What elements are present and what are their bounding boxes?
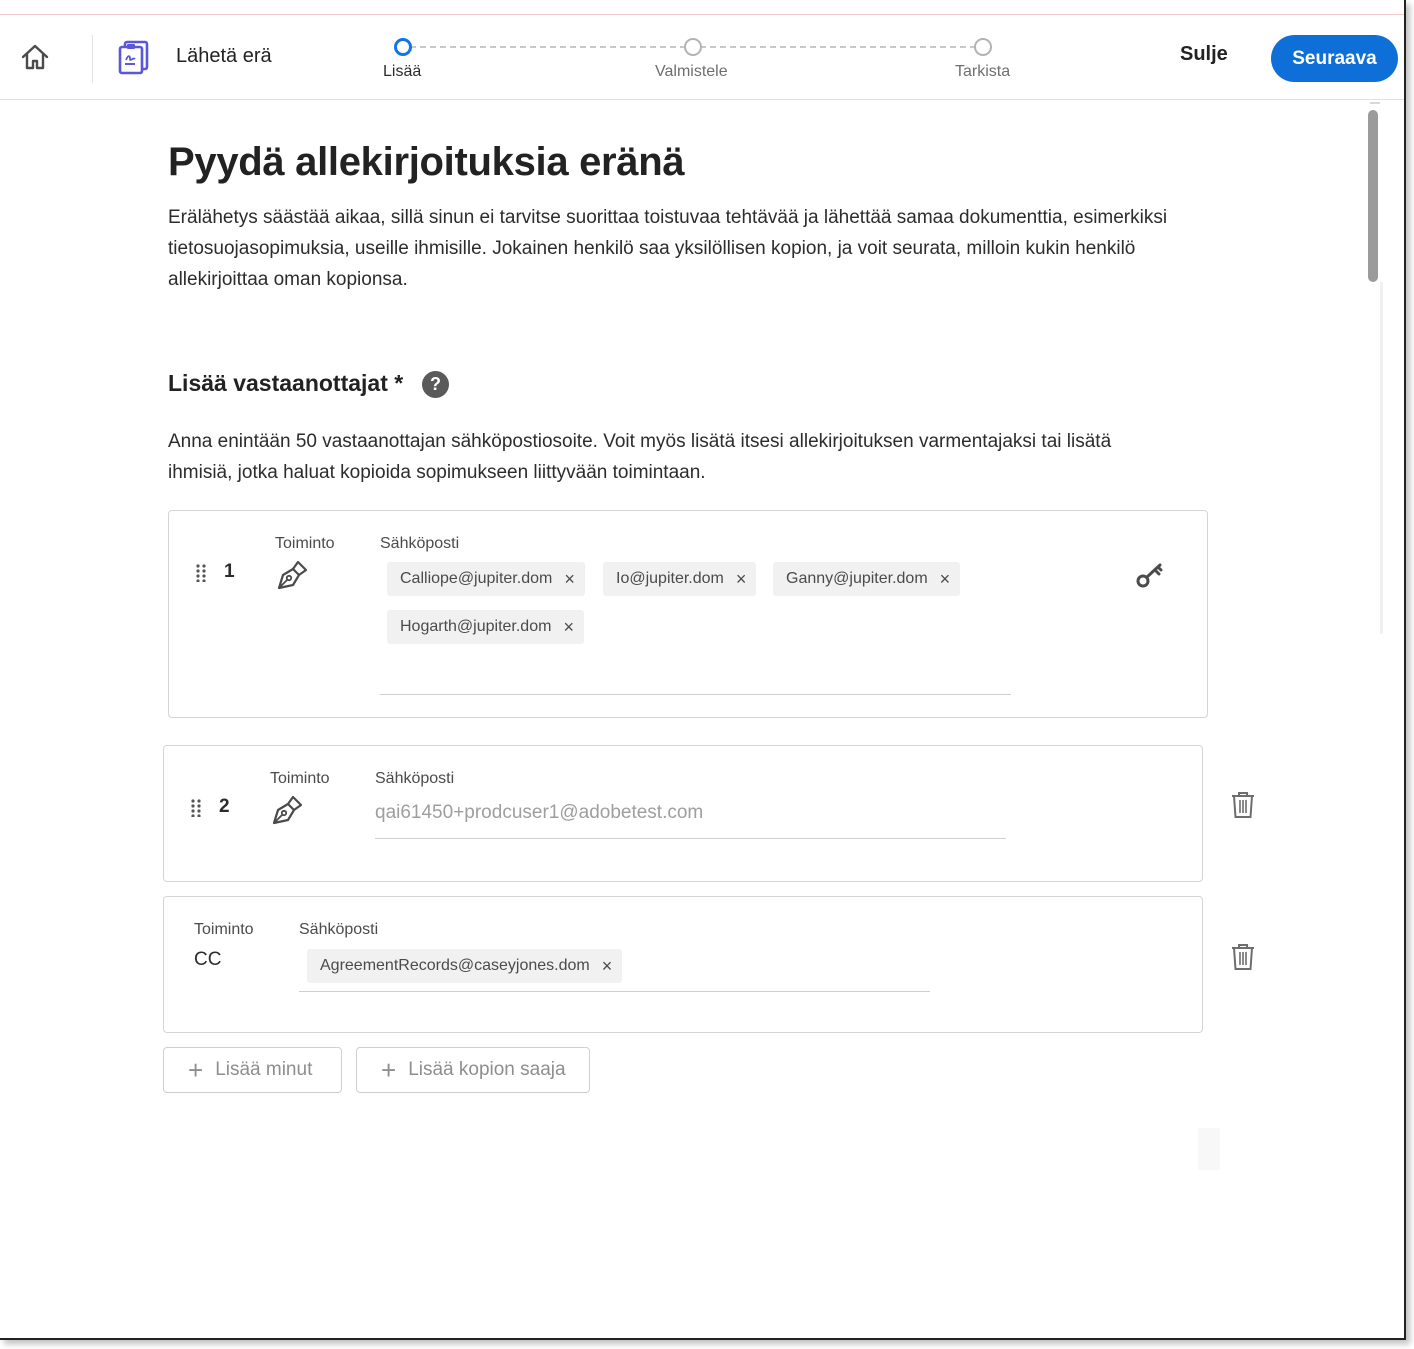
trash-icon[interactable] — [1230, 943, 1256, 971]
scrollbar-top-marker — [1370, 102, 1380, 104]
email-chip-text: Ganny@jupiter.dom — [786, 570, 928, 587]
stepper-connector — [700, 46, 976, 48]
pen-icon[interactable] — [275, 558, 309, 592]
step-dot-prepare[interactable] — [684, 38, 702, 56]
add-me-button[interactable]: + Lisää minut — [163, 1047, 342, 1093]
plus-icon: + — [188, 1055, 204, 1085]
email-chip: Hogarth@jupiter.dom × — [387, 610, 584, 644]
stepper-connector — [410, 46, 686, 48]
email-chip: Calliope@jupiter.dom × — [387, 562, 585, 596]
step-label-prepare[interactable]: Valmistele — [655, 63, 728, 81]
pen-icon[interactable] — [270, 793, 304, 827]
recipient-number: 2 — [219, 796, 230, 817]
email-label: Sähköposti — [375, 770, 455, 787]
add-cc-label: Lisää kopion saaja — [408, 1059, 566, 1080]
remove-chip-icon[interactable]: × — [602, 957, 613, 975]
action-label: Toiminto — [270, 770, 330, 787]
next-button[interactable]: Seuraava — [1271, 35, 1398, 82]
email-field-underline — [375, 838, 1006, 839]
action-label: Toiminto — [275, 535, 335, 552]
drag-handle-icon[interactable] — [196, 564, 206, 582]
scrollbar-thumb[interactable] — [1368, 110, 1378, 282]
email-label: Sähköposti — [380, 535, 460, 552]
header-divider — [92, 35, 93, 83]
recipient-number: 1 — [224, 561, 235, 582]
close-button[interactable]: Sulje — [1180, 43, 1228, 66]
email-chip: AgreementRecords@caseyjones.dom × — [307, 949, 623, 983]
email-label: Sähköposti — [299, 921, 379, 938]
email-chip-text: Hogarth@jupiter.dom — [400, 618, 552, 635]
email-field-underline[interactable] — [380, 694, 1011, 695]
action-value-cc[interactable]: CC — [194, 949, 221, 971]
step-label-review[interactable]: Tarkista — [955, 63, 1010, 81]
email-chip: Ganny@jupiter.dom × — [773, 562, 961, 596]
key-icon[interactable] — [1135, 560, 1165, 590]
email-input[interactable] — [375, 802, 1005, 824]
add-cc-button[interactable]: + Lisää kopion saaja — [356, 1047, 590, 1093]
remove-chip-icon[interactable]: × — [736, 570, 747, 588]
page-title: Pyydä allekirjoituksia eränä — [168, 140, 685, 184]
section-title: Lisää vastaanottajat * — [168, 370, 404, 396]
remove-chip-icon[interactable]: × — [940, 570, 951, 588]
batch-document-icon — [118, 40, 149, 75]
remove-chip-icon[interactable]: × — [563, 618, 574, 636]
email-chip-text: Io@jupiter.dom — [616, 570, 724, 587]
step-label-add[interactable]: Lisää — [383, 63, 421, 81]
email-chip: Io@jupiter.dom × — [603, 562, 757, 596]
step-dot-add[interactable] — [394, 38, 412, 56]
email-chip-text: AgreementRecords@caseyjones.dom — [320, 957, 590, 974]
recipient-card-cc: Toiminto CC Sähköposti AgreementRecords@… — [163, 896, 1203, 1033]
header-title: Lähetä erä — [176, 45, 272, 67]
help-icon[interactable]: ? — [422, 371, 449, 398]
step-dot-review[interactable] — [974, 38, 992, 56]
email-chip-text: Calliope@jupiter.dom — [400, 570, 553, 587]
email-field-underline[interactable] — [299, 991, 930, 992]
trash-icon[interactable] — [1230, 791, 1256, 819]
progress-stepper: Lisää Valmistele Tarkista — [380, 37, 1020, 97]
app-window: Lähetä erä Lisää Valmistele Tarkista Sul… — [0, 0, 1406, 1340]
home-icon[interactable] — [20, 43, 50, 71]
section-description: Anna enintään 50 vastaanottajan sähköpos… — [168, 431, 1112, 483]
add-me-label: Lisää minut — [215, 1059, 313, 1080]
intro-text: Erälähetys säästää aikaa, sillä sinun ei… — [168, 207, 1168, 290]
header-bar: Lähetä erä Lisää Valmistele Tarkista Sul… — [0, 15, 1404, 100]
remove-chip-icon[interactable]: × — [564, 570, 575, 588]
action-label: Toiminto — [194, 921, 254, 938]
plus-icon: + — [381, 1055, 397, 1085]
drag-handle-icon[interactable] — [191, 799, 201, 817]
faint-overlay — [1198, 1128, 1220, 1170]
recipient-card-1: 1 Toiminto Sähköposti Calliope@jupiter.d… — [168, 510, 1208, 718]
scrollbar-track — [1380, 282, 1383, 634]
recipient-card-2: 2 Toiminto Sähköposti — [163, 745, 1203, 882]
